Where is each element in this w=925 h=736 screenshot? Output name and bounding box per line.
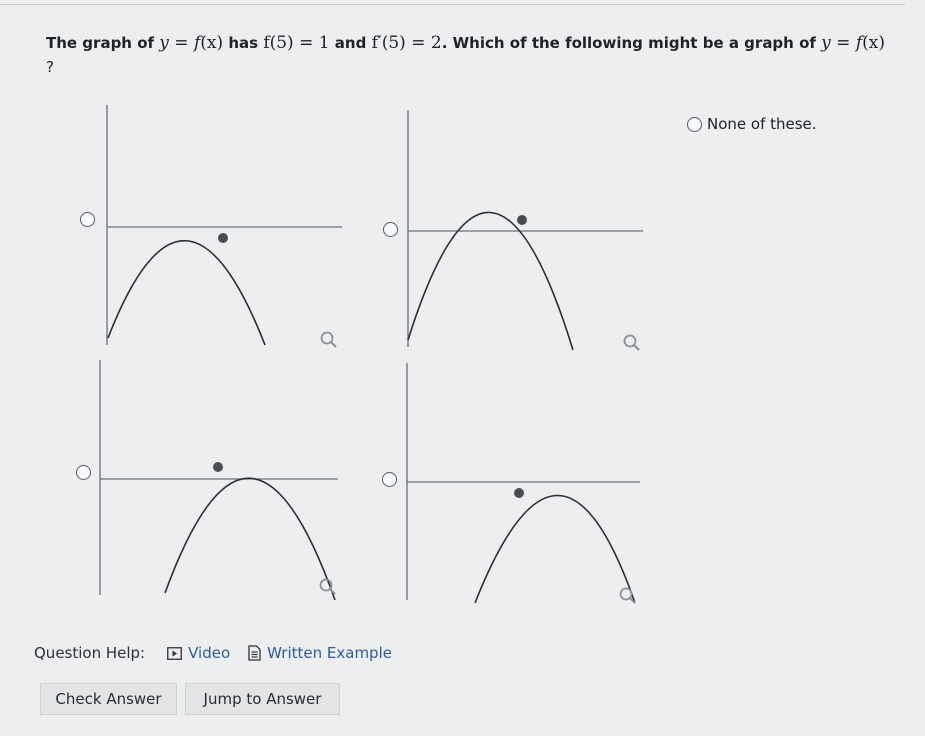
parabola-curve: [407, 211, 574, 351]
written-example-link[interactable]: Written Example: [248, 644, 392, 662]
parabola-curve: [474, 494, 636, 604]
graph-option-c: [76, 355, 350, 605]
radio-none-of-these[interactable]: [687, 116, 702, 132]
graph-option-a: [80, 100, 350, 350]
top-divider: [0, 4, 905, 5]
math-f5: f(5) = 1: [263, 33, 330, 53]
graph-b-svg: [407, 110, 643, 351]
question-text: The graph of y = f(x) has f(5) = 1 and f…: [46, 32, 906, 78]
jump-to-answer-button[interactable]: Jump to Answer: [185, 683, 340, 715]
question-part: The graph of: [46, 34, 155, 52]
zoom-icon[interactable]: [622, 333, 642, 353]
point-marker: [517, 215, 527, 225]
parabola-curve: [107, 240, 266, 346]
written-example-label: Written Example: [267, 644, 392, 662]
radio-option-b[interactable]: [383, 222, 398, 237]
graph-d-svg: [406, 363, 640, 604]
check-answer-button[interactable]: Check Answer: [40, 683, 177, 715]
graph-option-d: [380, 358, 650, 608]
video-link-label: Video: [188, 644, 231, 662]
radio-option-a[interactable]: [80, 212, 95, 227]
question-part: has: [228, 34, 259, 52]
radio-option-d[interactable]: [382, 472, 397, 487]
question-help-label: Question Help:: [34, 644, 146, 662]
radio-option-c[interactable]: [76, 465, 91, 480]
video-icon: [167, 646, 183, 660]
zoom-icon[interactable]: [319, 330, 339, 350]
none-of-these-option[interactable]: None of these.: [687, 114, 817, 134]
point-marker: [218, 233, 228, 243]
math-y-eq-fx: y = f(x): [159, 33, 224, 53]
video-link[interactable]: Video: [167, 644, 230, 662]
graph-c-svg: [99, 360, 338, 601]
question-part: . Which of the following might be a grap…: [441, 34, 816, 52]
zoom-icon[interactable]: [618, 586, 638, 606]
document-icon: [248, 645, 261, 661]
math-y-eq-fx-2: y = f(x): [821, 33, 885, 53]
question-part: and: [334, 34, 367, 52]
none-of-these-label: None of these.: [707, 115, 817, 133]
point-marker: [213, 462, 223, 472]
point-marker: [514, 488, 524, 498]
zoom-icon[interactable]: [318, 577, 338, 597]
question-mark: ?: [46, 58, 54, 76]
parabola-curve: [164, 477, 336, 601]
math-fprime5: f′(5) = 2: [371, 33, 442, 53]
question-help: Question Help: Video Written Example: [34, 642, 392, 664]
graph-a-svg: [106, 105, 342, 346]
graph-option-b: [380, 105, 650, 355]
